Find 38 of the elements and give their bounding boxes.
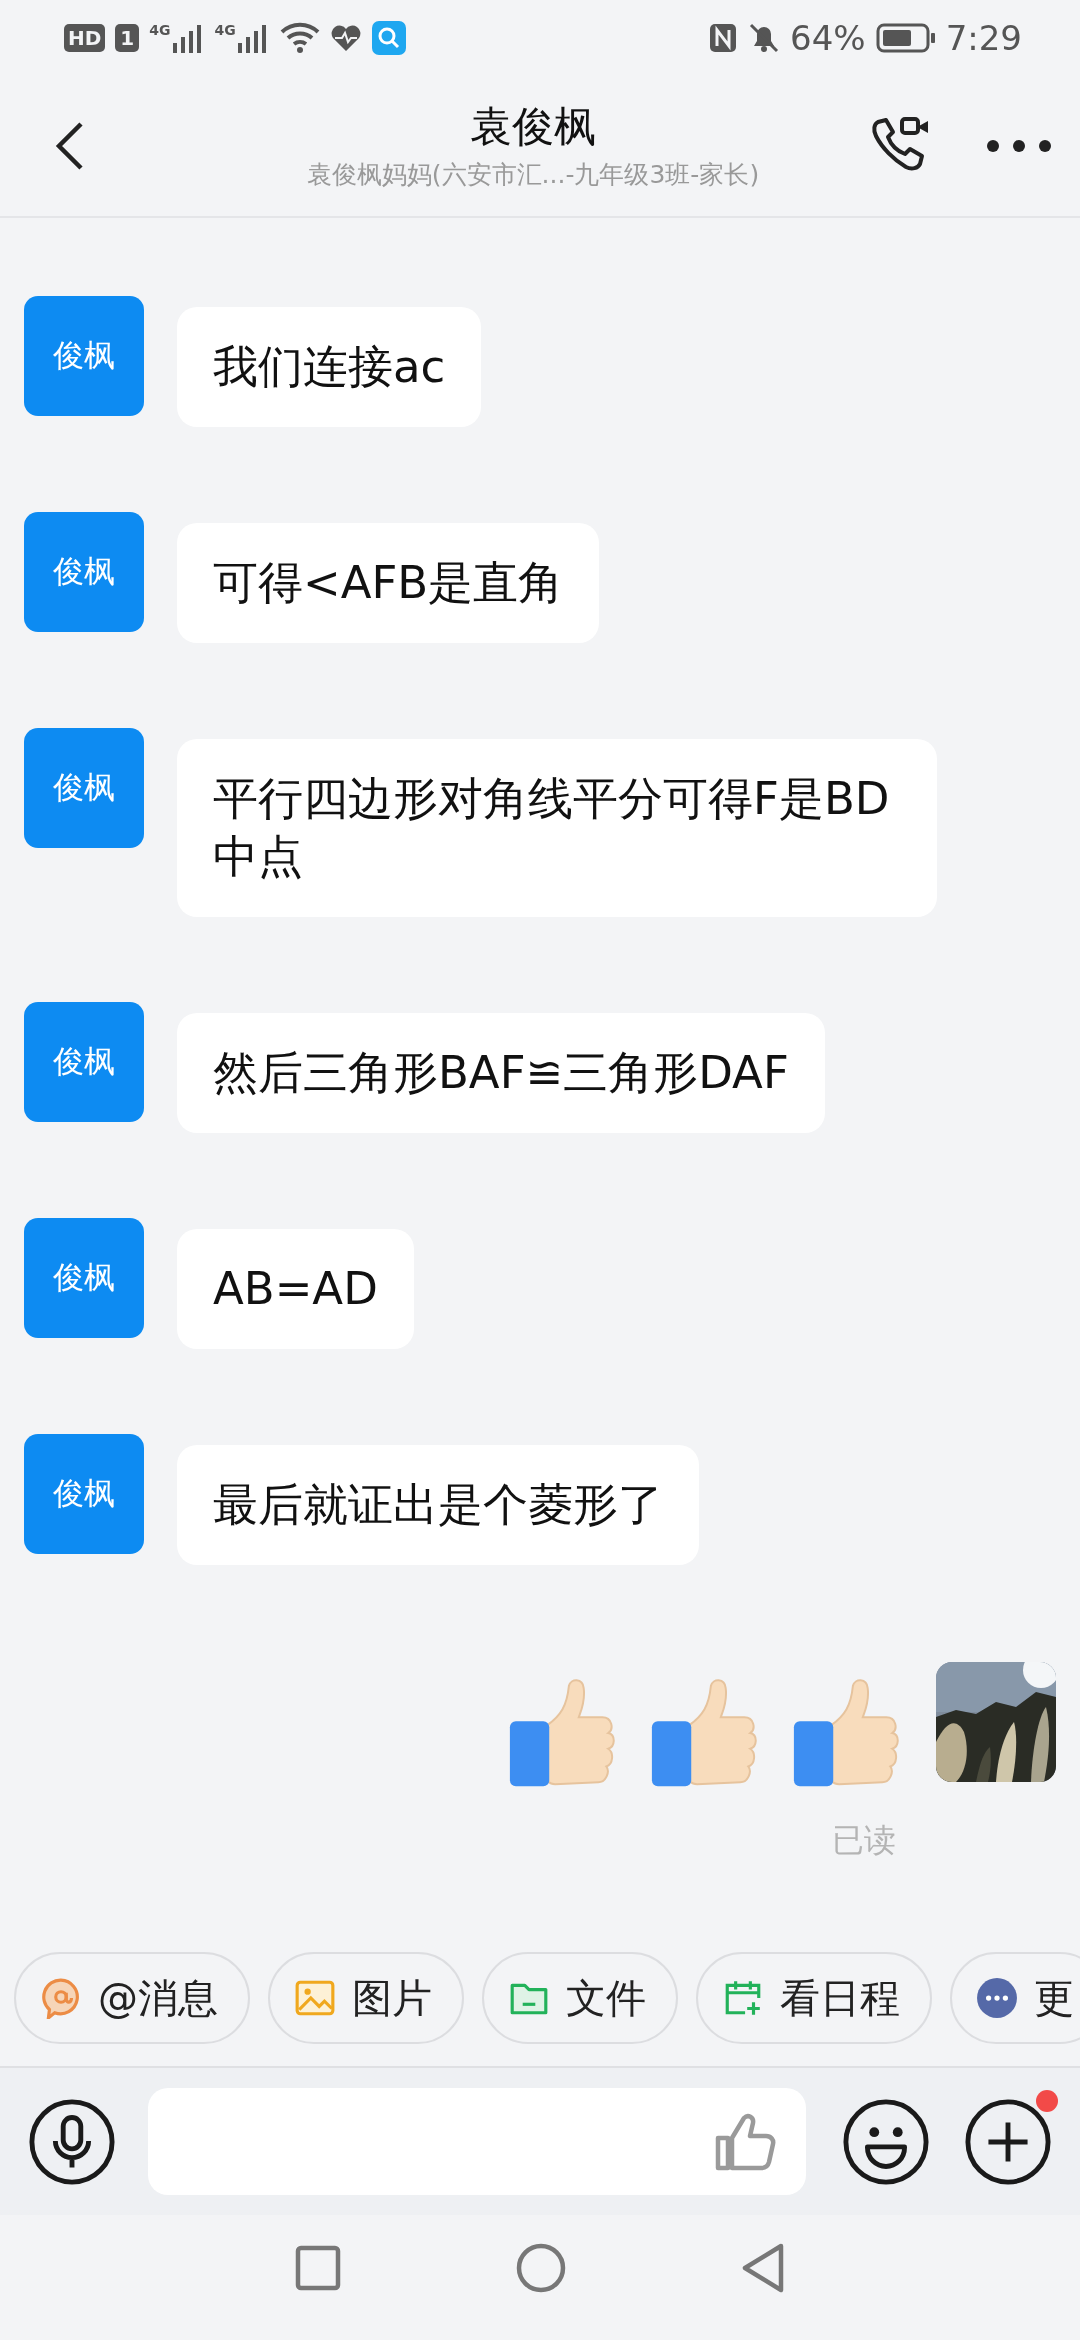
heart-icon: [329, 23, 362, 52]
quick-action-chip[interactable]: 文件: [482, 1952, 678, 2044]
bell-muted-icon: [748, 21, 781, 54]
battery-icon: [875, 21, 936, 54]
message-input[interactable]: [148, 2088, 806, 2195]
hd-indicator: HD: [64, 23, 106, 52]
nfc-icon: [708, 21, 739, 54]
avatar[interactable]: 俊枫: [24, 1002, 144, 1122]
chat-title: 袁俊枫: [470, 100, 596, 153]
quick-action-chip[interactable]: 图片: [268, 1952, 464, 2044]
avatar[interactable]: 俊枫: [24, 1218, 144, 1338]
quick-action-chip[interactable]: 看日程: [696, 1952, 932, 2044]
thumbs-up-icon[interactable]: [714, 2111, 776, 2172]
avatar[interactable]: 俊枫: [24, 296, 144, 416]
message-bubble: 然后三角形BAF≌三角形DAF: [177, 1013, 825, 1133]
wifi-icon: [279, 21, 320, 54]
avatar[interactable]: 俊枫: [24, 512, 144, 632]
recents-button[interactable]: [295, 2244, 341, 2291]
message-bubble: 我们连接ac: [177, 307, 482, 427]
sim-indicator: 1: [115, 23, 140, 52]
quick-action-chip[interactable]: @消息: [14, 1952, 250, 2044]
avatar[interactable]: 俊枫: [24, 1434, 144, 1554]
back-nav-button[interactable]: [741, 2242, 785, 2293]
chat-subtitle: 袁俊枫妈妈(六安市汇...-九年级3班-家长): [306, 158, 760, 191]
message-bubble: 最后就证出是个菱形了: [177, 1445, 699, 1565]
home-button[interactable]: [516, 2242, 566, 2293]
more-button[interactable]: [986, 138, 1052, 153]
read-status: 已读: [832, 1820, 896, 1860]
message-bubble: 可得<AFB是直角: [177, 523, 600, 643]
at-bubble-icon: [40, 1977, 82, 2019]
clock: 7:29: [945, 17, 1022, 58]
battery-percent: 64%: [790, 17, 866, 58]
avatar[interactable]: 俊枫: [24, 728, 144, 848]
message-bubble: AB=AD: [177, 1229, 414, 1349]
quick-action-chip[interactable]: 更: [950, 1952, 1080, 2044]
search-icon: [371, 20, 406, 55]
more-icon: [976, 1977, 1018, 2019]
message-bubble: 平行四边形对角线平分可得F是BD中点: [177, 739, 937, 917]
